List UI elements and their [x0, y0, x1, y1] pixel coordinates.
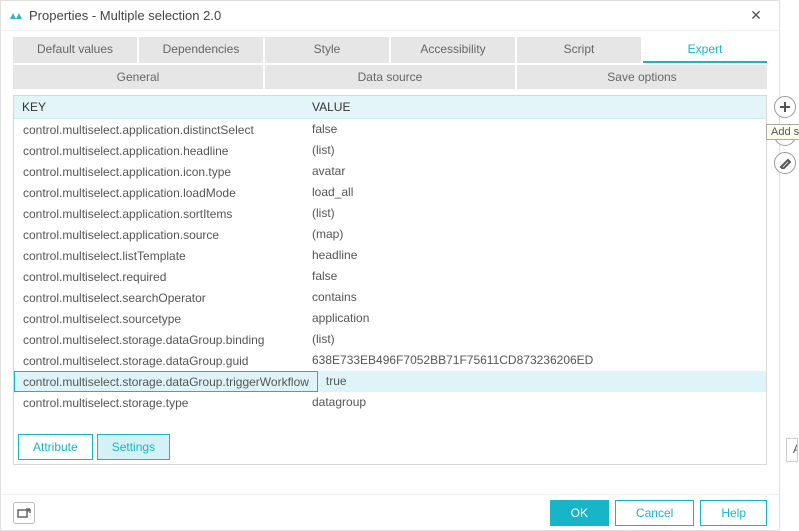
subtab-save-options[interactable]: Save options	[517, 65, 767, 89]
seg-settings[interactable]: Settings	[97, 434, 170, 460]
table-row[interactable]: control.multiselect.requiredfalse	[14, 266, 766, 287]
cell-key: control.multiselect.application.sortItem…	[14, 203, 304, 224]
table-row[interactable]: control.multiselect.storage.dataGroup.gu…	[14, 350, 766, 371]
cell-key: control.multiselect.application.icon.typ…	[14, 161, 304, 182]
cell-key: control.multiselect.storage.type	[14, 392, 304, 413]
cell-value: datagroup	[304, 392, 766, 413]
cell-value: load_all	[304, 182, 766, 203]
cell-value: headline	[304, 245, 766, 266]
table-header: KEY VALUE	[14, 96, 766, 119]
seg-attribute[interactable]: Attribute	[18, 434, 93, 460]
col-key: KEY	[14, 96, 304, 118]
cell-key: control.multiselect.storage.dataGroup.bi…	[14, 329, 304, 350]
table-row[interactable]: control.multiselect.application.distinct…	[14, 119, 766, 140]
add-setting-button[interactable]: Add setting	[774, 96, 796, 118]
table-row[interactable]: control.multiselect.searchOperatorcontai…	[14, 287, 766, 308]
table-row[interactable]: control.multiselect.storage.dataGroup.tr…	[14, 371, 766, 392]
window-title: Properties - Multiple selection 2.0	[29, 8, 741, 23]
tab-default-values[interactable]: Default values	[13, 37, 137, 63]
table-row[interactable]: control.multiselect.storage.dataGroup.bi…	[14, 329, 766, 350]
cell-key: control.multiselect.storage.dataGroup.tr…	[14, 371, 318, 392]
properties-window: Properties - Multiple selection 2.0 ✕ De…	[0, 0, 780, 531]
cell-value: false	[304, 119, 766, 140]
cancel-button[interactable]: Cancel	[615, 500, 694, 526]
cell-value: (map)	[304, 224, 766, 245]
tab-style[interactable]: Style	[265, 37, 389, 63]
options-button[interactable]	[13, 502, 35, 524]
table-row[interactable]: control.multiselect.listTemplateheadline	[14, 245, 766, 266]
subtab-general[interactable]: General	[13, 65, 263, 89]
cell-key: control.multiselect.searchOperator	[14, 287, 304, 308]
table-row[interactable]: control.multiselect.application.icon.typ…	[14, 161, 766, 182]
table-row[interactable]: control.multiselect.application.sortItem…	[14, 203, 766, 224]
background-tab-attr: Attr	[786, 438, 798, 462]
cell-key: control.multiselect.application.distinct…	[14, 119, 304, 140]
app-logo-icon	[9, 9, 23, 23]
top-tabs: Default values Dependencies Style Access…	[13, 37, 767, 63]
col-value: VALUE	[304, 96, 766, 118]
tab-dependencies[interactable]: Dependencies	[139, 37, 263, 63]
cell-value: contains	[304, 287, 766, 308]
add-setting-tooltip: Add setting	[766, 124, 799, 140]
cell-value: false	[304, 266, 766, 287]
table-row[interactable]: control.multiselect.application.loadMode…	[14, 182, 766, 203]
table-row[interactable]: control.multiselect.storage.typedatagrou…	[14, 392, 766, 413]
sub-tabs: General Data source Save options	[13, 65, 767, 89]
help-button[interactable]: Help	[700, 500, 767, 526]
tab-expert[interactable]: Expert	[643, 37, 767, 63]
cell-value: (list)	[304, 203, 766, 224]
cell-key: control.multiselect.storage.dataGroup.gu…	[14, 350, 304, 371]
cell-key: control.multiselect.application.loadMode	[14, 182, 304, 203]
cell-key: control.multiselect.application.headline	[14, 140, 304, 161]
table-body: control.multiselect.application.distinct…	[14, 119, 766, 435]
table-row[interactable]: control.multiselect.sourcetypeapplicatio…	[14, 308, 766, 329]
settings-table: KEY VALUE control.multiselect.applicatio…	[13, 95, 767, 465]
ok-button[interactable]: OK	[550, 500, 609, 526]
cell-key: control.multiselect.listTemplate	[14, 245, 304, 266]
cell-key: control.multiselect.application.source	[14, 224, 304, 245]
cell-value: avatar	[304, 161, 766, 182]
cell-key: control.multiselect.sourcetype	[14, 308, 304, 329]
cell-value: application	[304, 308, 766, 329]
table-row[interactable]: control.multiselect.application.headline…	[14, 140, 766, 161]
subtab-data-source[interactable]: Data source	[265, 65, 515, 89]
titlebar: Properties - Multiple selection 2.0 ✕	[1, 1, 779, 31]
cell-key: control.multiselect.required	[14, 266, 304, 287]
tab-accessibility[interactable]: Accessibility	[391, 37, 515, 63]
cell-value: (list)	[304, 329, 766, 350]
cell-value: (list)	[304, 140, 766, 161]
edit-setting-button[interactable]	[774, 152, 796, 174]
table-side-buttons: Add setting	[774, 96, 796, 174]
cell-value: 638E733EB496F7052BB71F75611CD873236206ED	[304, 350, 766, 371]
cell-value: true	[318, 371, 766, 392]
tab-script[interactable]: Script	[517, 37, 641, 63]
table-row[interactable]: control.multiselect.application.source(m…	[14, 224, 766, 245]
footer: OK Cancel Help	[1, 494, 779, 530]
close-button[interactable]: ✕	[741, 7, 771, 24]
attr-seg: Attribute Settings	[18, 434, 170, 460]
